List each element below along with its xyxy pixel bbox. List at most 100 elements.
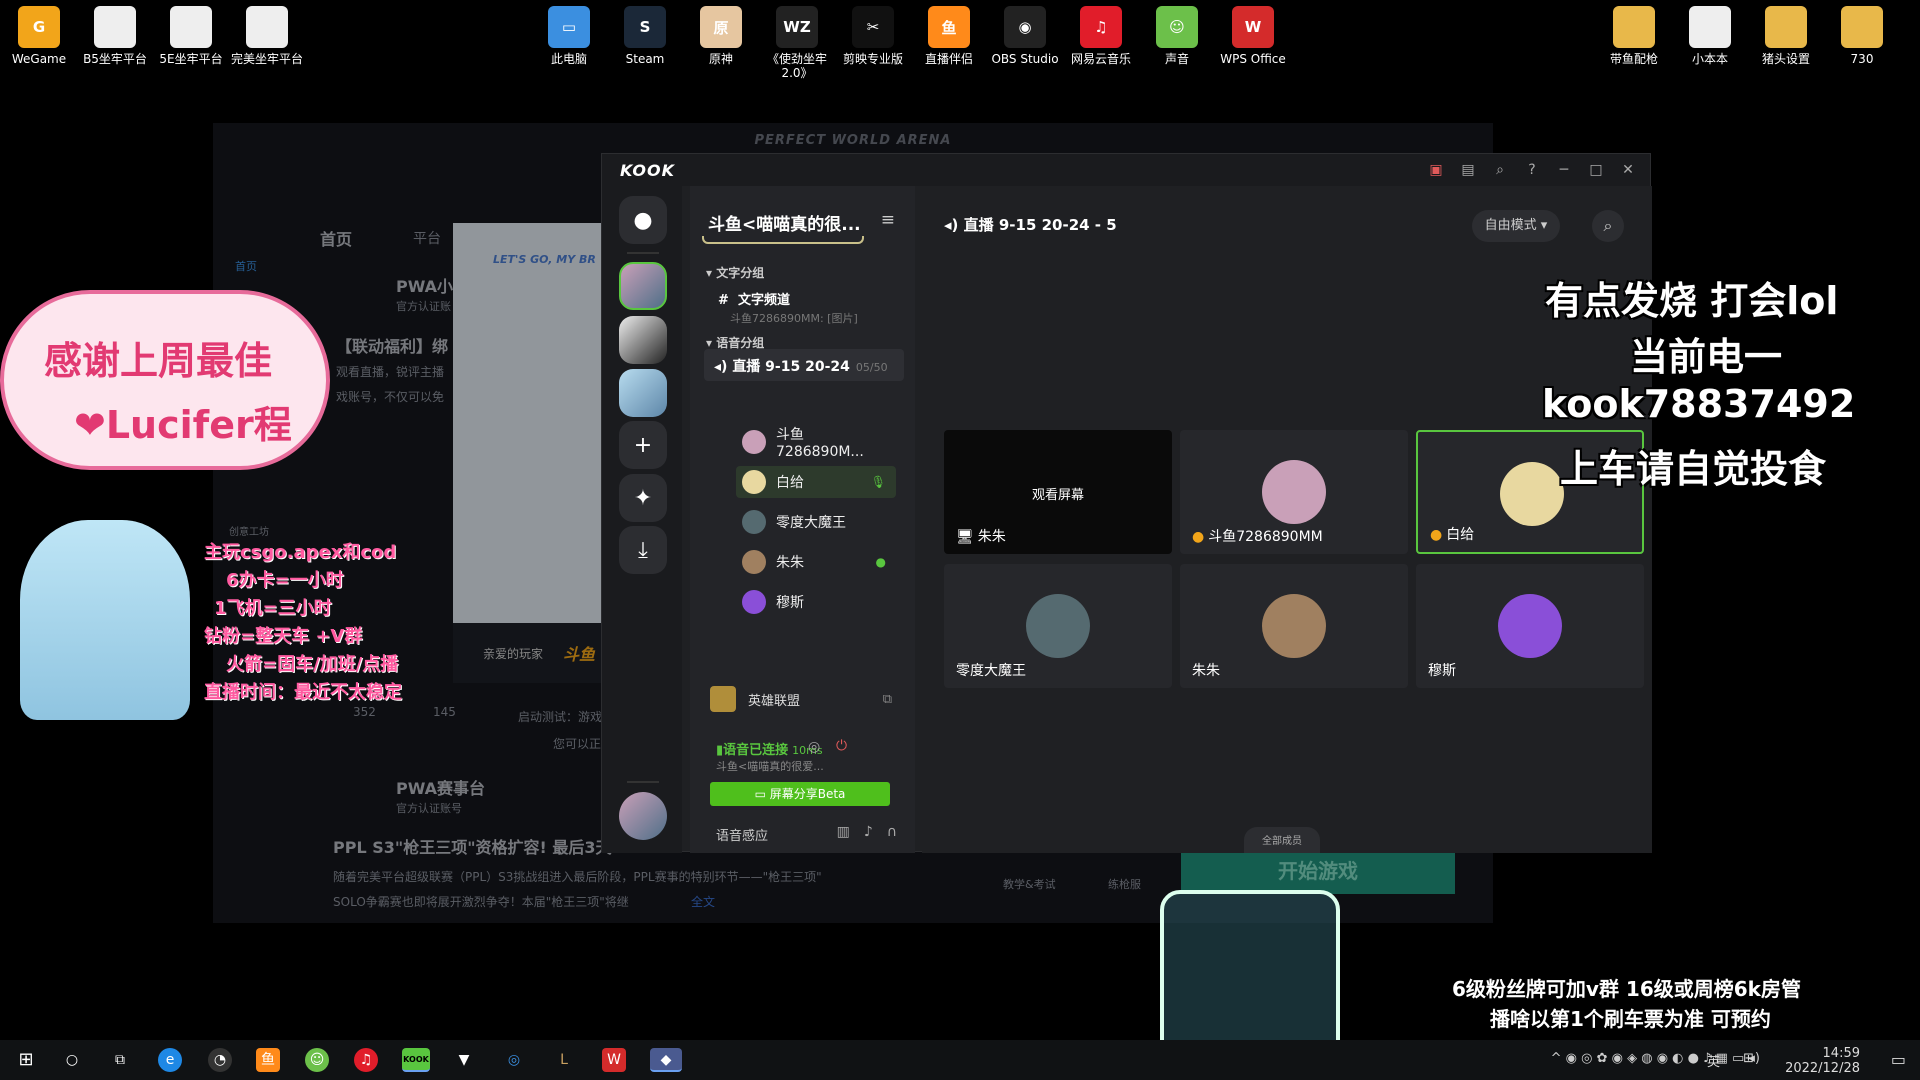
desktop-icon[interactable]: ◉ OBS Studio (986, 6, 1064, 66)
avatar (742, 510, 766, 534)
desktop-icon[interactable]: 5E坐牢平台 (152, 6, 230, 66)
desktop-icon[interactable]: WZ 《使劲坐牢 2.0》 (758, 6, 836, 80)
search-icon[interactable]: ⌕ (1492, 162, 1508, 178)
desktop-icon-icon: S (624, 6, 666, 48)
rail-divider (627, 781, 659, 783)
desktop-icon[interactable]: 鱼直播伴侣 (910, 6, 988, 66)
voice-member[interactable]: 斗鱼7286890M... (736, 426, 896, 460)
desktop-icon[interactable]: B5坐牢平台 (76, 6, 154, 66)
clock-time: 14:59 (1822, 1046, 1860, 1061)
add-server-button[interactable]: + (619, 421, 667, 469)
clock-app-icon[interactable]: ◔ (208, 1048, 232, 1072)
task-view-icon[interactable]: ⧉ (108, 1048, 132, 1072)
genshin-taskbar-icon[interactable]: ◆ (650, 1048, 682, 1072)
disconnect-icon[interactable]: ⏻ (836, 738, 847, 754)
voice-sense-label[interactable]: 语音感应 (716, 825, 768, 844)
menu-icon[interactable]: ≡ (881, 210, 895, 230)
voice-channel[interactable]: ◂) 直播 9-15 20-24 05/50 (704, 349, 904, 381)
user-avatar[interactable] (619, 792, 667, 840)
voice-member[interactable]: 零度大魔王 (736, 506, 896, 538)
inbox-icon[interactable]: ▤ (1460, 162, 1476, 178)
desktop-icon-icon: WZ (776, 6, 818, 48)
server-avatar-active[interactable] (619, 262, 667, 310)
system-tray-icons[interactable]: ^ ◉ ◎ ✿ ◉ ◈ ◍ ◉ ◐ ● ♪ ▦ ▭ ◂) (1551, 1051, 1760, 1066)
desktop-icon[interactable]: W WPS Office (1214, 6, 1292, 66)
microphone-icon: 🎙 (870, 475, 886, 489)
desktop-icon[interactable]: ☺ 声音 (1138, 6, 1216, 66)
soundboard-icon[interactable]: ▥ (837, 824, 850, 840)
desktop-icon[interactable]: ▭ 此电脑 (530, 6, 608, 66)
all-members-button[interactable]: 全部成员 (1244, 827, 1320, 853)
desktop-icon[interactable]: ✂ 剪映专业版 (834, 6, 912, 66)
participant-name-text: 斗鱼7286890MM (1208, 529, 1323, 545)
direct-messages-button[interactable]: ● (619, 196, 667, 244)
edge-icon[interactable]: e (158, 1048, 182, 1072)
participant-tile[interactable]: ● 斗鱼7286890MM (1180, 430, 1408, 554)
participant-tile[interactable]: 朱朱 (1180, 564, 1408, 688)
sound-app-icon[interactable]: ☺ (305, 1048, 329, 1072)
netease-music-icon[interactable]: ♫ (354, 1048, 378, 1072)
monitor-icon: 🖥 (956, 529, 974, 545)
kook-taskbar-icon[interactable]: KOOK (402, 1048, 430, 1072)
windows-start-icon[interactable]: ⊞ (14, 1048, 38, 1072)
shop-icon[interactable]: ▣ (1428, 162, 1444, 178)
desktop-icon-icon: 原 (700, 6, 742, 48)
watch-screen-button[interactable]: 观看屏幕 (944, 484, 1172, 503)
ime-mode-icon[interactable]: ⊞ (1743, 1051, 1754, 1066)
desktop-icon-label: 剪映专业版 (842, 52, 903, 66)
participant-tile[interactable]: 观看屏幕 🖥 朱朱 (944, 430, 1172, 554)
desktop-icon[interactable]: S Steam (606, 6, 684, 66)
game-name: 英雄联盟 (748, 693, 801, 709)
desktop-icon[interactable]: 小本本 (1671, 6, 1749, 66)
help-icon[interactable]: ? (1524, 162, 1540, 178)
desktop-icon[interactable]: 730 (1823, 6, 1901, 66)
desktop-icon[interactable]: ♫ 网易云音乐 (1062, 6, 1140, 66)
search-icon[interactable]: ○ (60, 1048, 84, 1072)
avatar (1262, 594, 1326, 658)
clock[interactable]: 14:59 2022/12/28 (1785, 1046, 1860, 1076)
participant-tile[interactable]: 零度大魔王 (944, 564, 1172, 688)
close-icon[interactable]: ✕ (1620, 162, 1636, 178)
text-group-label[interactable]: ▾ 文字分组 (706, 264, 764, 281)
text-channel[interactable]: # 文字频道 (718, 289, 790, 308)
ime-indicator[interactable]: 英 (1707, 1051, 1720, 1070)
desktop-icon[interactable]: 猪头设置 (1747, 6, 1825, 66)
room-search-button[interactable]: ⌕ (1592, 210, 1624, 242)
headset-icon[interactable]: ∩ (887, 824, 897, 840)
wps-icon[interactable]: W (602, 1048, 626, 1072)
game-share-icon[interactable]: ⧉ (883, 692, 892, 707)
desktop-icon-label: 5E坐牢平台 (159, 52, 223, 66)
douyu-icon[interactable]: 鱼 (256, 1048, 280, 1072)
discover-button[interactable]: ✦ (619, 474, 667, 522)
server-name[interactable]: 斗鱼<喵喵真的很... (708, 210, 873, 235)
minimize-icon[interactable]: ─ (1556, 162, 1572, 178)
thanks-line2: ❤Lucifer程 (74, 403, 292, 447)
lol-icon[interactable]: L (552, 1048, 576, 1072)
screen-share-button[interactable]: ▭ 屏幕分享Beta (710, 782, 890, 806)
desktop-icon-label: Steam (625, 52, 665, 66)
microphone-icon[interactable]: ♪ (864, 824, 873, 840)
voice-member[interactable]: 白给 🎙 (736, 466, 896, 498)
browser-icon[interactable]: ◎ (502, 1048, 526, 1072)
server-avatar[interactable] (619, 369, 667, 417)
game-status[interactable]: 英雄联盟 ⧉ (704, 674, 904, 724)
mode-dropdown[interactable]: 自由模式 ▾ (1472, 210, 1560, 242)
maximize-icon[interactable]: □ (1588, 162, 1604, 178)
noise-icon[interactable]: ◎ (808, 739, 820, 755)
desktop-icon[interactable]: 完美坐牢平台 (228, 6, 306, 66)
desktop-icon[interactable]: G WeGame (0, 6, 78, 66)
participant-tile[interactable]: 穆斯 (1416, 564, 1644, 688)
desktop-icon[interactable]: 原原神 (682, 6, 760, 66)
chat-icon: ● (633, 207, 653, 233)
voice-member[interactable]: 朱朱 ● (736, 546, 896, 578)
voice-member[interactable]: 穆斯 (736, 586, 896, 618)
server-avatar[interactable] (619, 316, 667, 364)
plus-icon: + (633, 432, 653, 458)
kook-window: KOOK ▣ ▤ ⌕ ? ─ □ ✕ ● + ✦ ⤓ 斗鱼<喵喵真的很... ≡… (601, 153, 1652, 853)
desktop-icon-label: 此电脑 (550, 52, 587, 66)
download-button[interactable]: ⤓ (619, 526, 667, 574)
anime-mascot (20, 520, 190, 720)
desktop-icon[interactable]: 带鱼配枪 (1595, 6, 1673, 66)
notification-icon[interactable]: ▭ (1891, 1050, 1906, 1069)
pwa-taskbar-icon[interactable]: ▼ (452, 1048, 476, 1072)
